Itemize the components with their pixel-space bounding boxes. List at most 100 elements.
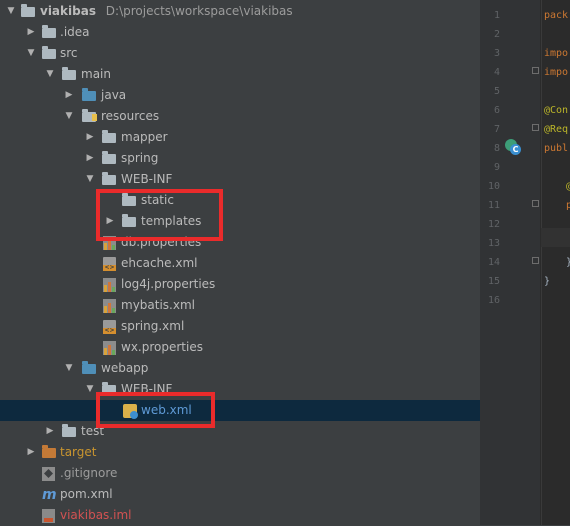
- current-line-highlight: [541, 228, 570, 247]
- collapsed-arrow-icon[interactable]: ▶: [84, 127, 96, 148]
- expand-arrow-icon[interactable]: ▼: [44, 64, 56, 85]
- line-number: 5: [493, 86, 500, 97]
- resources-folder-icon: [82, 109, 97, 122]
- expand-arrow-icon[interactable]: ▼: [5, 1, 17, 22]
- folder-icon: [62, 424, 76, 437]
- line-number: 4: [493, 67, 500, 78]
- code-line-4: impo: [544, 67, 569, 78]
- tree-label: mybatis.xml: [121, 298, 195, 312]
- code-line-15: }: [544, 276, 551, 287]
- xml-file-icon: <>: [103, 257, 116, 271]
- code-line-7: @Req: [544, 124, 569, 135]
- collapsed-arrow-icon[interactable]: ▶: [63, 85, 75, 106]
- tree-row-static[interactable]: static: [0, 190, 480, 211]
- tree-label: .idea: [60, 25, 90, 39]
- folder-icon: [42, 25, 56, 38]
- line-number: 16: [487, 295, 500, 306]
- tree-label: webapp: [101, 361, 149, 375]
- tree-label: viakibas.iml: [60, 508, 132, 522]
- tree-label: WEB-INF: [121, 172, 173, 186]
- line-number: 14: [487, 257, 500, 268]
- tree-row-templates[interactable]: ▶ templates: [0, 211, 480, 232]
- tree-row-log4j-properties[interactable]: log4j.properties: [0, 274, 480, 295]
- tree-row-spring-xml[interactable]: <> spring.xml: [0, 316, 480, 337]
- tree-row-webapp-web-inf[interactable]: ▼ WEB-INF: [0, 379, 480, 400]
- line-number: 11: [487, 200, 500, 211]
- tree-row-pom-xml[interactable]: m pom.xml: [0, 484, 480, 505]
- fold-marker-icon[interactable]: [532, 124, 539, 131]
- properties-file-icon: [103, 278, 116, 292]
- folder-icon: [102, 172, 116, 185]
- tree-row-wx-properties[interactable]: wx.properties: [0, 337, 480, 358]
- line-number: 7: [493, 124, 500, 135]
- expand-arrow-icon[interactable]: ▼: [63, 106, 75, 127]
- tree-row-web-inf[interactable]: ▼ WEB-INF: [0, 169, 480, 190]
- tree-label: log4j.properties: [121, 277, 216, 291]
- collapsed-arrow-icon[interactable]: ▶: [84, 148, 96, 169]
- spring-bean-gutter-icon[interactable]: C: [505, 139, 521, 155]
- project-path: D:\projects\workspace\viakibas: [105, 4, 293, 18]
- tree-label: pom.xml: [60, 487, 113, 501]
- maven-icon: m: [42, 487, 57, 503]
- line-number: 2: [493, 29, 500, 40]
- fold-marker-icon[interactable]: [532, 67, 539, 74]
- code-line-8: publ: [544, 143, 569, 154]
- folder-icon: [21, 4, 35, 17]
- tree-row-project[interactable]: ▼ viakibas D:\projects\workspace\viakiba…: [0, 1, 480, 22]
- folder-icon: [102, 151, 116, 164]
- tree-label: .gitignore: [60, 466, 118, 480]
- line-number: 8: [493, 143, 500, 154]
- tree-row-spring[interactable]: ▶ spring: [0, 148, 480, 169]
- tree-label: spring.xml: [121, 319, 185, 333]
- expand-arrow-icon[interactable]: ▼: [63, 358, 75, 379]
- gutter-icon-letter: C: [510, 144, 521, 155]
- tree-row-idea[interactable]: ▶ .idea: [0, 22, 480, 43]
- tree-row-java[interactable]: ▶ java: [0, 85, 480, 106]
- git-file-icon: [42, 467, 55, 481]
- tree-row-gitignore[interactable]: .gitignore: [0, 463, 480, 484]
- folder-icon: [62, 67, 76, 80]
- tree-label: spring: [121, 151, 159, 165]
- folder-icon: [102, 130, 116, 143]
- line-number: 10: [487, 181, 500, 192]
- tree-row-resources[interactable]: ▼ resources: [0, 106, 480, 127]
- highlight-box-web-xml: [96, 392, 215, 428]
- project-tree: ▼ viakibas D:\projects\workspace\viakiba…: [0, 0, 480, 525]
- expand-arrow-icon[interactable]: ▼: [84, 169, 96, 190]
- code-line-10: @: [566, 177, 570, 196]
- properties-file-icon: [103, 341, 116, 355]
- tree-row-db-properties[interactable]: db.properties: [0, 232, 480, 253]
- collapsed-arrow-icon[interactable]: ▶: [25, 22, 37, 43]
- fold-marker-icon[interactable]: [532, 257, 539, 264]
- tree-row-web-xml[interactable]: web.xml: [0, 400, 480, 421]
- highlight-box-static-templates: [96, 189, 223, 241]
- tree-row-webapp[interactable]: ▼ webapp: [0, 358, 480, 379]
- collapsed-arrow-icon[interactable]: ▶: [44, 421, 56, 442]
- expand-arrow-icon[interactable]: ▼: [84, 379, 96, 400]
- line-number: 13: [487, 238, 500, 249]
- tree-label: ehcache.xml: [121, 256, 198, 270]
- tree-row-iml[interactable]: viakibas.iml: [0, 505, 480, 526]
- gutter-divider: [541, 0, 542, 525]
- line-number: 15: [487, 276, 500, 287]
- line-number: 9: [493, 162, 500, 173]
- expand-arrow-icon[interactable]: ▼: [25, 43, 37, 64]
- line-number: 1: [493, 10, 500, 21]
- project-name: viakibas: [40, 4, 96, 18]
- tree-row-src[interactable]: ▼ src: [0, 43, 480, 64]
- tree-row-main[interactable]: ▼ main: [0, 64, 480, 85]
- module-file-icon: [42, 509, 55, 523]
- excluded-folder-icon: [42, 445, 56, 458]
- code-line-1: pack: [544, 10, 569, 21]
- tree-label: main: [81, 67, 111, 81]
- tree-row-target[interactable]: ▶ target: [0, 442, 480, 463]
- tree-row-mybatis-xml[interactable]: mybatis.xml: [0, 295, 480, 316]
- tree-label: mapper: [121, 130, 168, 144]
- tree-row-ehcache-xml[interactable]: <> ehcache.xml: [0, 253, 480, 274]
- code-line-11: p: [566, 200, 570, 211]
- fold-marker-icon[interactable]: [532, 200, 539, 207]
- tree-row-test[interactable]: ▶ test: [0, 421, 480, 442]
- collapsed-arrow-icon[interactable]: ▶: [25, 442, 37, 463]
- properties-file-icon: [103, 299, 116, 313]
- tree-row-mapper[interactable]: ▶ mapper: [0, 127, 480, 148]
